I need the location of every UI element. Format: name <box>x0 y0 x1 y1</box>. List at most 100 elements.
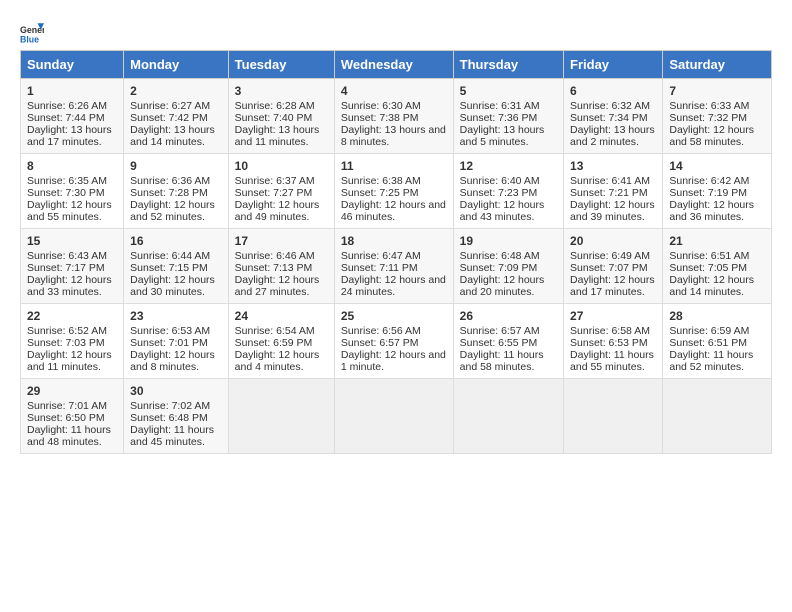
day-number: 16 <box>130 234 222 248</box>
day-number: 2 <box>130 84 222 98</box>
day-number: 30 <box>130 384 222 398</box>
sunrise: Sunrise: 6:37 AM <box>235 175 315 187</box>
sunset: Sunset: 6:57 PM <box>341 337 419 349</box>
calendar-cell: 13Sunrise: 6:41 AMSunset: 7:21 PMDayligh… <box>564 154 663 229</box>
daylight: Daylight: 12 hours and 52 minutes. <box>130 199 215 223</box>
sunset: Sunset: 7:44 PM <box>27 112 105 124</box>
sunset: Sunset: 7:05 PM <box>669 262 747 274</box>
calendar-cell: 27Sunrise: 6:58 AMSunset: 6:53 PMDayligh… <box>564 304 663 379</box>
calendar-cell: 5Sunrise: 6:31 AMSunset: 7:36 PMDaylight… <box>453 79 563 154</box>
day-number: 7 <box>669 84 765 98</box>
day-number: 29 <box>27 384 117 398</box>
sunset: Sunset: 7:32 PM <box>669 112 747 124</box>
sunset: Sunset: 7:34 PM <box>570 112 648 124</box>
sunrise: Sunrise: 6:42 AM <box>669 175 749 187</box>
calendar-cell: 20Sunrise: 6:49 AMSunset: 7:07 PMDayligh… <box>564 229 663 304</box>
sunset: Sunset: 7:38 PM <box>341 112 419 124</box>
daylight: Daylight: 12 hours and 55 minutes. <box>27 199 112 223</box>
daylight: Daylight: 12 hours and 30 minutes. <box>130 274 215 298</box>
day-number: 18 <box>341 234 447 248</box>
daylight: Daylight: 13 hours and 2 minutes. <box>570 124 655 148</box>
sunrise: Sunrise: 7:02 AM <box>130 400 210 412</box>
calendar-cell <box>564 379 663 454</box>
sunset: Sunset: 7:19 PM <box>669 187 747 199</box>
sunrise: Sunrise: 6:32 AM <box>570 100 650 112</box>
sunrise: Sunrise: 6:48 AM <box>460 250 540 262</box>
calendar-cell: 15Sunrise: 6:43 AMSunset: 7:17 PMDayligh… <box>21 229 124 304</box>
calendar-table: SundayMondayTuesdayWednesdayThursdayFrid… <box>20 50 772 454</box>
calendar-cell: 22Sunrise: 6:52 AMSunset: 7:03 PMDayligh… <box>21 304 124 379</box>
day-number: 11 <box>341 159 447 173</box>
daylight: Daylight: 12 hours and 39 minutes. <box>570 199 655 223</box>
day-number: 10 <box>235 159 328 173</box>
day-number: 15 <box>27 234 117 248</box>
sunrise: Sunrise: 6:33 AM <box>669 100 749 112</box>
col-header-wednesday: Wednesday <box>334 51 453 79</box>
calendar-cell: 1Sunrise: 6:26 AMSunset: 7:44 PMDaylight… <box>21 79 124 154</box>
sunrise: Sunrise: 6:46 AM <box>235 250 315 262</box>
sunrise: Sunrise: 6:52 AM <box>27 325 107 337</box>
daylight: Daylight: 13 hours and 17 minutes. <box>27 124 112 148</box>
sunset: Sunset: 6:53 PM <box>570 337 648 349</box>
sunset: Sunset: 7:25 PM <box>341 187 419 199</box>
sunset: Sunset: 6:48 PM <box>130 412 208 424</box>
daylight: Daylight: 12 hours and 17 minutes. <box>570 274 655 298</box>
calendar-cell: 6Sunrise: 6:32 AMSunset: 7:34 PMDaylight… <box>564 79 663 154</box>
col-header-monday: Monday <box>124 51 229 79</box>
sunrise: Sunrise: 6:44 AM <box>130 250 210 262</box>
daylight: Daylight: 11 hours and 45 minutes. <box>130 424 214 448</box>
daylight: Daylight: 12 hours and 24 minutes. <box>341 274 446 298</box>
calendar-cell: 29Sunrise: 7:01 AMSunset: 6:50 PMDayligh… <box>21 379 124 454</box>
calendar-cell <box>663 379 772 454</box>
sunrise: Sunrise: 6:28 AM <box>235 100 315 112</box>
week-row-5: 29Sunrise: 7:01 AMSunset: 6:50 PMDayligh… <box>21 379 772 454</box>
sunrise: Sunrise: 6:41 AM <box>570 175 650 187</box>
sunrise: Sunrise: 6:53 AM <box>130 325 210 337</box>
sunrise: Sunrise: 6:30 AM <box>341 100 421 112</box>
sunrise: Sunrise: 6:26 AM <box>27 100 107 112</box>
calendar-cell: 2Sunrise: 6:27 AMSunset: 7:42 PMDaylight… <box>124 79 229 154</box>
day-number: 8 <box>27 159 117 173</box>
col-header-tuesday: Tuesday <box>228 51 334 79</box>
sunrise: Sunrise: 6:47 AM <box>341 250 421 262</box>
calendar-cell: 28Sunrise: 6:59 AMSunset: 6:51 PMDayligh… <box>663 304 772 379</box>
calendar-cell: 17Sunrise: 6:46 AMSunset: 7:13 PMDayligh… <box>228 229 334 304</box>
col-header-thursday: Thursday <box>453 51 563 79</box>
daylight: Daylight: 11 hours and 48 minutes. <box>27 424 111 448</box>
daylight: Daylight: 13 hours and 8 minutes. <box>341 124 446 148</box>
sunrise: Sunrise: 6:59 AM <box>669 325 749 337</box>
day-number: 13 <box>570 159 656 173</box>
daylight: Daylight: 12 hours and 8 minutes. <box>130 349 215 373</box>
calendar-cell: 26Sunrise: 6:57 AMSunset: 6:55 PMDayligh… <box>453 304 563 379</box>
week-row-1: 1Sunrise: 6:26 AMSunset: 7:44 PMDaylight… <box>21 79 772 154</box>
daylight: Daylight: 12 hours and 20 minutes. <box>460 274 545 298</box>
sunset: Sunset: 7:13 PM <box>235 262 313 274</box>
day-number: 26 <box>460 309 557 323</box>
daylight: Daylight: 13 hours and 11 minutes. <box>235 124 320 148</box>
daylight: Daylight: 12 hours and 4 minutes. <box>235 349 320 373</box>
daylight: Daylight: 11 hours and 55 minutes. <box>570 349 654 373</box>
calendar-cell <box>228 379 334 454</box>
day-number: 19 <box>460 234 557 248</box>
day-number: 17 <box>235 234 328 248</box>
calendar-cell: 25Sunrise: 6:56 AMSunset: 6:57 PMDayligh… <box>334 304 453 379</box>
week-row-4: 22Sunrise: 6:52 AMSunset: 7:03 PMDayligh… <box>21 304 772 379</box>
sunset: Sunset: 6:59 PM <box>235 337 313 349</box>
sunset: Sunset: 7:42 PM <box>130 112 208 124</box>
day-number: 14 <box>669 159 765 173</box>
day-number: 28 <box>669 309 765 323</box>
daylight: Daylight: 12 hours and 43 minutes. <box>460 199 545 223</box>
daylight: Daylight: 12 hours and 36 minutes. <box>669 199 754 223</box>
col-header-friday: Friday <box>564 51 663 79</box>
sunrise: Sunrise: 6:56 AM <box>341 325 421 337</box>
daylight: Daylight: 11 hours and 58 minutes. <box>460 349 544 373</box>
calendar-cell: 21Sunrise: 6:51 AMSunset: 7:05 PMDayligh… <box>663 229 772 304</box>
calendar-cell: 19Sunrise: 6:48 AMSunset: 7:09 PMDayligh… <box>453 229 563 304</box>
week-row-2: 8Sunrise: 6:35 AMSunset: 7:30 PMDaylight… <box>21 154 772 229</box>
sunset: Sunset: 7:15 PM <box>130 262 208 274</box>
calendar-cell: 4Sunrise: 6:30 AMSunset: 7:38 PMDaylight… <box>334 79 453 154</box>
day-number: 23 <box>130 309 222 323</box>
sunset: Sunset: 6:55 PM <box>460 337 538 349</box>
sunrise: Sunrise: 6:40 AM <box>460 175 540 187</box>
logo-icon: General Blue <box>20 20 44 44</box>
